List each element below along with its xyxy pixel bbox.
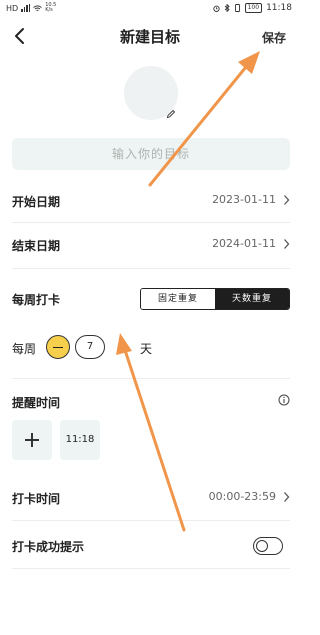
divider xyxy=(12,568,290,569)
divider xyxy=(12,268,290,269)
divider xyxy=(12,378,290,379)
save-button[interactable]: 保存 xyxy=(262,29,286,46)
chevron-right-icon xyxy=(284,239,290,249)
status-time: 11:18 xyxy=(266,3,292,13)
checkin-time-row[interactable]: 打卡时间 00:00-23:59 xyxy=(12,478,290,518)
end-date-row[interactable]: 结束日期 2024-01-11 xyxy=(12,225,290,265)
info-icon[interactable] xyxy=(278,394,290,406)
page-title: 新建目标 xyxy=(119,28,180,46)
per-week-label: 每周 xyxy=(12,342,37,356)
days-count: 7 xyxy=(75,335,105,359)
nav-bar: 新建目标 保存 xyxy=(0,20,300,54)
option-fixed-repeat[interactable]: 固定重复 xyxy=(141,289,215,309)
checkin-time-label: 打卡时间 xyxy=(12,492,61,506)
network-type: HD xyxy=(6,3,19,13)
divider xyxy=(12,222,290,223)
goal-name-input[interactable] xyxy=(12,138,290,170)
day-unit-label: 天 xyxy=(140,342,153,356)
add-reminder-button[interactable] xyxy=(12,420,52,460)
reminder-time-label: 提醒时间 xyxy=(12,396,61,410)
decrement-button[interactable] xyxy=(46,335,70,359)
repeat-mode-segmented-control: 固定重复 天数重复 xyxy=(140,288,290,310)
option-days-repeat[interactable]: 天数重复 xyxy=(215,289,289,309)
start-date-row[interactable]: 开始日期 2023-01-11 xyxy=(12,181,290,221)
increment-button[interactable] xyxy=(110,335,134,359)
divider xyxy=(12,520,290,521)
bluetooth-icon xyxy=(224,4,230,12)
success-tip-label: 打卡成功提示 xyxy=(12,540,85,554)
battery-indicator: 100 xyxy=(244,3,263,13)
success-tip-toggle[interactable] xyxy=(253,537,283,555)
alarm-icon xyxy=(212,5,220,12)
net-speed: 10.5 K/s xyxy=(45,2,57,13)
vibrate-icon xyxy=(234,4,240,12)
chevron-right-icon xyxy=(284,492,290,502)
start-date-value: 2023-01-11 xyxy=(212,193,276,206)
end-date-label: 结束日期 xyxy=(12,239,61,253)
pencil-icon[interactable] xyxy=(166,109,176,119)
weekly-checkin-label: 每周打卡 xyxy=(12,293,61,307)
signal-icon xyxy=(21,4,31,12)
reminder-time-chip[interactable]: 11:18 xyxy=(60,420,100,460)
start-date-label: 开始日期 xyxy=(12,195,61,209)
status-bar: HD 10.5 K/s 100 11:18 xyxy=(0,0,300,16)
success-tip-row: 打卡成功提示 xyxy=(12,526,290,566)
end-date-value: 2024-01-11 xyxy=(212,237,276,250)
toggle-knob xyxy=(255,539,268,552)
chevron-right-icon xyxy=(284,195,290,205)
checkin-time-value: 00:00-23:59 xyxy=(208,490,276,503)
minus-icon xyxy=(53,346,63,348)
wifi-icon xyxy=(33,4,42,11)
